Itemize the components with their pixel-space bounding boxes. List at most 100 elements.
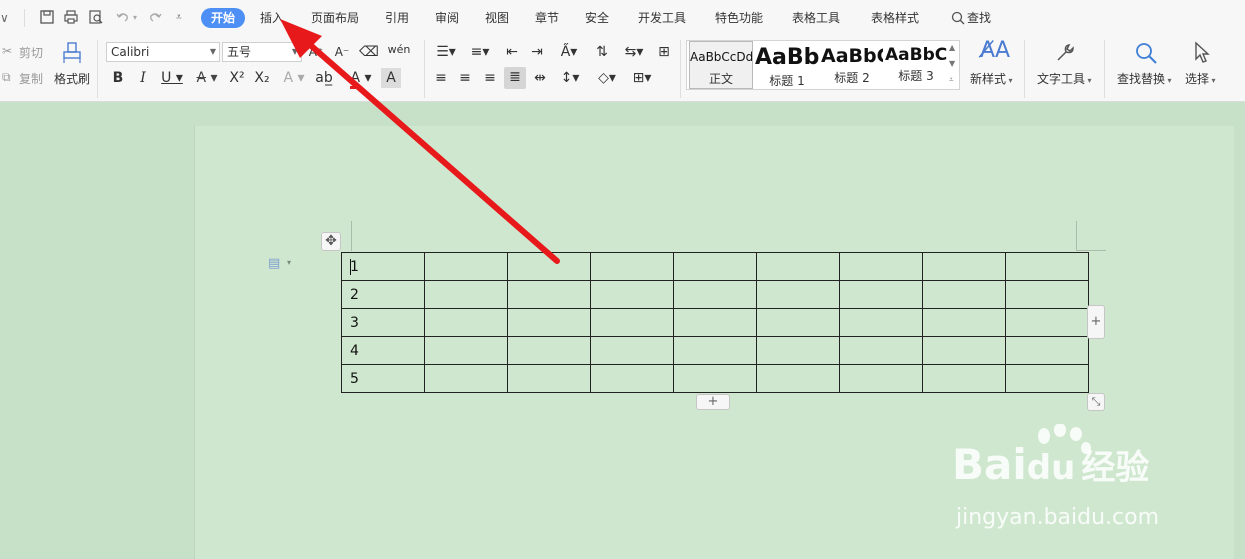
shading-icon[interactable]: ◇▾: [593, 68, 621, 88]
find-replace-button[interactable]: 查找替换 ▾: [1117, 70, 1172, 87]
shrink-font-icon[interactable]: A⁻: [332, 42, 352, 62]
tab-review[interactable]: 审阅: [435, 8, 459, 28]
document-table[interactable]: 12345: [341, 252, 1089, 393]
table-resize-handle-icon[interactable]: ⤡: [1087, 393, 1105, 411]
table-cell[interactable]: 3: [341, 308, 425, 337]
table-cell[interactable]: [922, 280, 1006, 309]
highlight-icon[interactable]: ab̲: [313, 68, 335, 88]
font-name-select[interactable]: Calibri ▼: [106, 42, 220, 62]
table-cell[interactable]: [922, 308, 1006, 337]
table-cell[interactable]: [507, 280, 591, 309]
italic-icon[interactable]: I: [134, 68, 152, 88]
gallery-down-icon[interactable]: ▼: [949, 59, 955, 68]
justify-icon[interactable]: ≣: [504, 67, 526, 89]
table-cell[interactable]: [1005, 280, 1089, 309]
table-cell[interactable]: 4: [341, 336, 425, 365]
table-move-handle-icon[interactable]: ✥: [321, 232, 341, 251]
table-cell[interactable]: 1: [341, 252, 425, 281]
table-cell[interactable]: [839, 252, 923, 281]
table-cell[interactable]: [424, 252, 508, 281]
style-normal[interactable]: AaBbCcDd 正文: [689, 41, 753, 89]
table-cell[interactable]: [673, 364, 757, 393]
tab-chapter[interactable]: 章节: [535, 8, 559, 28]
tab-developer[interactable]: 开发工具: [638, 8, 686, 28]
table-cell[interactable]: [424, 336, 508, 365]
subscript-icon[interactable]: X₂: [252, 68, 272, 88]
add-column-button[interactable]: +: [1087, 305, 1105, 339]
table-cell[interactable]: [507, 252, 591, 281]
table-cell[interactable]: [590, 364, 674, 393]
wrench-icon[interactable]: [1054, 42, 1076, 64]
tab-insert[interactable]: 插入: [260, 8, 284, 28]
redo-icon[interactable]: [147, 9, 163, 25]
table-cell[interactable]: [507, 308, 591, 337]
strikethrough-icon[interactable]: A ▾: [193, 68, 221, 88]
table-cell[interactable]: [590, 280, 674, 309]
superscript-icon[interactable]: X²: [227, 68, 247, 88]
text-tools-button[interactable]: 文字工具 ▾: [1037, 70, 1092, 87]
table-cell[interactable]: [673, 336, 757, 365]
format-painter-icon[interactable]: [61, 41, 83, 65]
align-left-icon[interactable]: ≡: [432, 68, 450, 88]
add-row-button[interactable]: +: [696, 394, 730, 410]
table-cell[interactable]: [424, 280, 508, 309]
tab-security[interactable]: 安全: [585, 8, 609, 28]
char-shading-icon[interactable]: A: [381, 68, 401, 88]
clear-format-icon[interactable]: ⌫: [359, 42, 379, 62]
search-icon[interactable]: [951, 11, 965, 25]
style-heading-1[interactable]: AaBb 标题 1: [755, 41, 819, 89]
phonetic-guide-icon[interactable]: wén: [386, 40, 412, 60]
table-cell[interactable]: [922, 364, 1006, 393]
font-size-select[interactable]: 五号 ▼: [222, 42, 302, 62]
cut-button[interactable]: 剪切: [19, 44, 43, 61]
undo-icon[interactable]: [115, 9, 131, 25]
gallery-more-icon[interactable]: ⩡: [949, 75, 954, 85]
table-cell[interactable]: [1005, 252, 1089, 281]
paragraph-layout-dropdown-icon[interactable]: ▾: [287, 258, 291, 267]
table-cell[interactable]: [839, 280, 923, 309]
table-cell[interactable]: [756, 336, 840, 365]
tab-references[interactable]: 引用: [385, 8, 409, 28]
table-cell[interactable]: [1005, 336, 1089, 365]
paragraph-layout-icon[interactable]: ▤: [268, 256, 280, 271]
table-cell[interactable]: [590, 252, 674, 281]
sort-icon[interactable]: ⇅: [593, 42, 611, 62]
print-icon[interactable]: [63, 9, 79, 25]
underline-icon[interactable]: U ▾: [158, 68, 186, 88]
style-heading-2[interactable]: AaBbC 标题 2: [821, 41, 883, 89]
bullet-list-icon[interactable]: ☰▾: [432, 42, 460, 62]
table-cell[interactable]: 2: [341, 280, 425, 309]
format-painter-button[interactable]: 格式刷: [54, 70, 90, 87]
table-cell[interactable]: [673, 280, 757, 309]
collapse-chevron-icon[interactable]: ∨: [0, 8, 9, 28]
table-cell[interactable]: [1005, 364, 1089, 393]
table-cell[interactable]: 5: [341, 364, 425, 393]
table-cell[interactable]: [839, 336, 923, 365]
table-cell[interactable]: [922, 252, 1006, 281]
copy-button[interactable]: 复制: [19, 70, 43, 87]
table-cell[interactable]: [756, 308, 840, 337]
borders-icon[interactable]: ⊞▾: [628, 68, 656, 88]
table-cell[interactable]: [839, 364, 923, 393]
text-effect-icon[interactable]: A ▾: [281, 68, 307, 88]
line-spacing-icon[interactable]: ↕▾: [556, 68, 584, 88]
table-cell[interactable]: [756, 280, 840, 309]
gallery-up-icon[interactable]: ▲: [949, 43, 955, 52]
print-preview-icon[interactable]: [88, 9, 104, 25]
save-icon[interactable]: [39, 9, 55, 25]
table-cell[interactable]: [673, 252, 757, 281]
align-center-icon[interactable]: ≡: [456, 68, 474, 88]
decrease-indent-icon[interactable]: ⇤: [503, 42, 521, 62]
new-style-button[interactable]: 新样式 ▾: [970, 70, 1013, 87]
table-cell[interactable]: [839, 308, 923, 337]
font-color-icon[interactable]: A ▾: [348, 68, 374, 89]
line-wrap-icon[interactable]: ⇆▾: [620, 42, 648, 62]
magnifier-icon[interactable]: [1133, 40, 1159, 66]
align-right-icon[interactable]: ≡: [481, 68, 499, 88]
table-cell[interactable]: [673, 308, 757, 337]
select-button[interactable]: 选择 ▾: [1185, 70, 1216, 87]
show-marks-icon[interactable]: ⊞: [654, 42, 674, 62]
tab-table-style[interactable]: 表格样式: [871, 8, 919, 28]
table-cell[interactable]: [590, 308, 674, 337]
numbered-list-icon[interactable]: ≡▾: [466, 42, 494, 62]
